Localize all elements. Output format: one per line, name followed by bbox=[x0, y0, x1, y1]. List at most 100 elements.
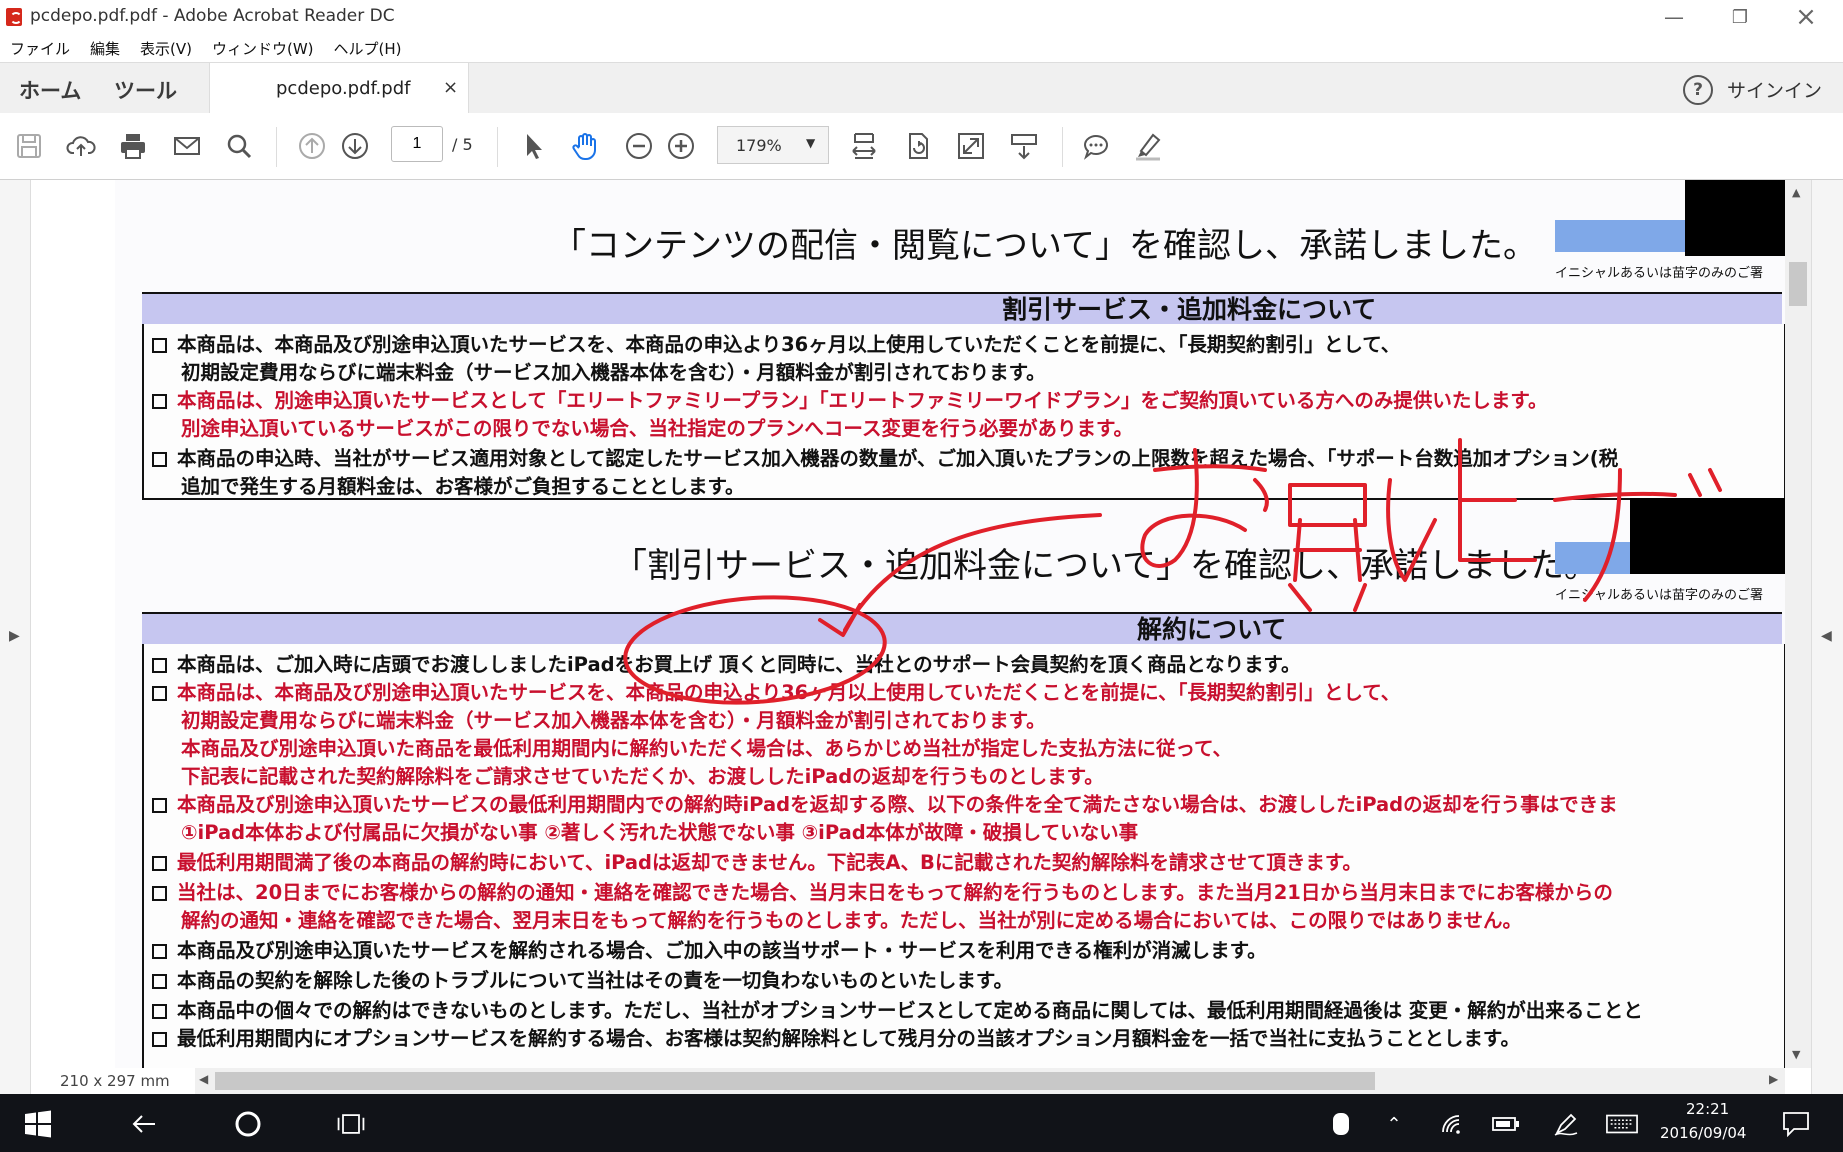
zoom-in-button[interactable] bbox=[664, 129, 698, 163]
menu-window[interactable]: ウィンドウ(W) bbox=[202, 38, 324, 59]
toolbar-separator bbox=[1062, 127, 1063, 167]
chevron-up-icon: ⌃ bbox=[1386, 1113, 1402, 1135]
notification-icon bbox=[1783, 1112, 1809, 1137]
pen-workspace-button[interactable] bbox=[1550, 1108, 1582, 1140]
signin-button[interactable]: サインイン bbox=[1727, 76, 1822, 103]
close-tab-button[interactable]: × bbox=[443, 77, 458, 98]
email-button[interactable] bbox=[170, 129, 204, 163]
start-button[interactable] bbox=[22, 1108, 54, 1140]
clock-time[interactable]: 22:21 bbox=[1686, 1100, 1729, 1118]
touch-keyboard-tray-button[interactable] bbox=[1325, 1108, 1357, 1140]
rotate-page-icon bbox=[909, 133, 928, 159]
cortana-circle-icon bbox=[235, 1111, 261, 1137]
toolbar-separator bbox=[497, 127, 498, 167]
annotation-circle bbox=[623, 595, 887, 705]
previous-page-button[interactable] bbox=[295, 129, 329, 163]
network-button[interactable] bbox=[1436, 1108, 1468, 1140]
scroll-up-icon[interactable]: ▲ bbox=[1792, 186, 1800, 199]
scroll-mode-icon bbox=[1011, 134, 1037, 160]
menu-file[interactable]: ファイル bbox=[0, 38, 80, 59]
expand-left-pane-button[interactable]: ▶ bbox=[9, 628, 20, 644]
search-button[interactable] bbox=[222, 129, 256, 163]
full-screen-button[interactable] bbox=[954, 129, 988, 163]
fit-width-button[interactable] bbox=[847, 129, 881, 163]
expand-icon bbox=[958, 133, 984, 159]
next-page-button[interactable] bbox=[338, 129, 372, 163]
touch-keyboard-button[interactable] bbox=[1606, 1108, 1638, 1140]
print-icon bbox=[121, 134, 145, 159]
fit-width-icon bbox=[852, 133, 876, 159]
select-tool-button[interactable] bbox=[516, 129, 550, 163]
zoom-out-button[interactable] bbox=[622, 129, 656, 163]
title-bar: pcdepo.pdf.pdf - Adobe Acrobat Reader DC… bbox=[0, 0, 1843, 34]
vertical-scroll-thumb[interactable] bbox=[1789, 262, 1807, 306]
close-window-button[interactable]: × bbox=[1776, 0, 1836, 34]
menu-help[interactable]: ヘルプ(H) bbox=[324, 38, 412, 59]
page-size-label: 210 x 297 mm bbox=[60, 1072, 170, 1090]
scroll-down-icon[interactable]: ▼ bbox=[1792, 1048, 1800, 1061]
annotation-arrow-line bbox=[843, 513, 1102, 632]
comment-icon bbox=[1083, 135, 1108, 160]
clock-date[interactable]: 2016/09/04 bbox=[1660, 1124, 1746, 1142]
tab-home[interactable]: ホーム bbox=[19, 75, 81, 105]
page-number-input[interactable] bbox=[391, 126, 443, 162]
highlighter-icon bbox=[1136, 133, 1161, 161]
comment-button[interactable] bbox=[1079, 129, 1113, 163]
expand-right-pane-button[interactable]: ◀ bbox=[1821, 628, 1832, 644]
mouse-icon bbox=[1333, 1113, 1349, 1135]
minimize-button[interactable]: — bbox=[1644, 0, 1704, 34]
close-icon: × bbox=[1795, 2, 1817, 32]
zoom-value: 179% bbox=[736, 136, 782, 155]
toolbar: / 5 179% ▼ bbox=[0, 113, 1843, 180]
print-button[interactable] bbox=[116, 129, 150, 163]
battery-icon bbox=[1492, 1117, 1519, 1131]
minimize-icon: — bbox=[1664, 5, 1684, 29]
show-hidden-icons-button[interactable]: ⌃ bbox=[1378, 1108, 1410, 1140]
pen-icon bbox=[1554, 1113, 1578, 1136]
zoom-dropdown[interactable]: 179% ▼ bbox=[717, 126, 829, 164]
highlight-button[interactable] bbox=[1131, 129, 1165, 163]
arrow-up-circle-icon bbox=[299, 133, 325, 159]
menu-bar: ファイル 編集 表示(V) ウィンドウ(W) ヘルプ(H) bbox=[0, 34, 1843, 62]
plus-circle-icon bbox=[668, 133, 694, 159]
menu-edit[interactable]: 編集 bbox=[80, 38, 130, 59]
chevron-down-icon: ▼ bbox=[806, 136, 816, 150]
scroll-left-icon[interactable]: ◀ bbox=[199, 1072, 208, 1086]
upload-button[interactable] bbox=[64, 129, 98, 163]
minus-circle-icon bbox=[626, 133, 652, 159]
windows-taskbar: ⌃ 22:21 2016/09/04 bbox=[0, 1094, 1843, 1152]
vertical-scrollbar[interactable]: ▲ ▼ bbox=[1785, 180, 1811, 1068]
document-tab-label: pcdepo.pdf.pdf bbox=[276, 78, 411, 99]
task-view-button[interactable] bbox=[335, 1108, 367, 1140]
annotation-handwriting bbox=[1140, 438, 1722, 612]
cortana-button[interactable] bbox=[232, 1108, 264, 1140]
triangle-left-icon: ◀ bbox=[1821, 628, 1832, 644]
page-total: / 5 bbox=[452, 135, 473, 154]
hand-icon bbox=[572, 133, 596, 161]
rotate-page-button[interactable] bbox=[901, 129, 935, 163]
triangle-right-icon: ▶ bbox=[9, 628, 20, 644]
tab-bar: ホーム ツール pcdepo.pdf.pdf × ? サインイン bbox=[0, 62, 1843, 114]
back-arrow-icon bbox=[132, 1115, 155, 1133]
battery-button[interactable] bbox=[1490, 1108, 1522, 1140]
horizontal-scroll-thumb[interactable] bbox=[215, 1072, 1375, 1090]
restore-button[interactable]: ❐ bbox=[1710, 0, 1770, 34]
tab-document[interactable]: pcdepo.pdf.pdf × bbox=[209, 63, 469, 114]
left-navigation-pane: ▶ bbox=[0, 180, 31, 1094]
cursor-arrow-icon bbox=[527, 134, 542, 159]
document-viewport[interactable]: 「コンテンツの配信・閲覧について」を確認し、承諾しました。 イニシャルあるいは苗… bbox=[31, 180, 1785, 1068]
windows-logo-icon bbox=[25, 1110, 51, 1138]
task-view-icon bbox=[337, 1114, 365, 1134]
save-button[interactable] bbox=[12, 129, 46, 163]
scroll-right-icon[interactable]: ▶ bbox=[1769, 1072, 1778, 1086]
action-center-button[interactable] bbox=[1780, 1108, 1812, 1140]
menu-view[interactable]: 表示(V) bbox=[130, 38, 202, 59]
window-title: pcdepo.pdf.pdf - Adobe Acrobat Reader DC bbox=[30, 6, 395, 26]
tab-tools[interactable]: ツール bbox=[114, 75, 177, 105]
hand-tool-button[interactable] bbox=[568, 129, 602, 163]
scroll-mode-button[interactable] bbox=[1007, 129, 1041, 163]
back-button[interactable] bbox=[128, 1108, 160, 1140]
handwritten-annotation bbox=[623, 438, 1722, 705]
help-icon[interactable]: ? bbox=[1683, 75, 1713, 105]
acrobat-app-icon bbox=[6, 8, 22, 26]
